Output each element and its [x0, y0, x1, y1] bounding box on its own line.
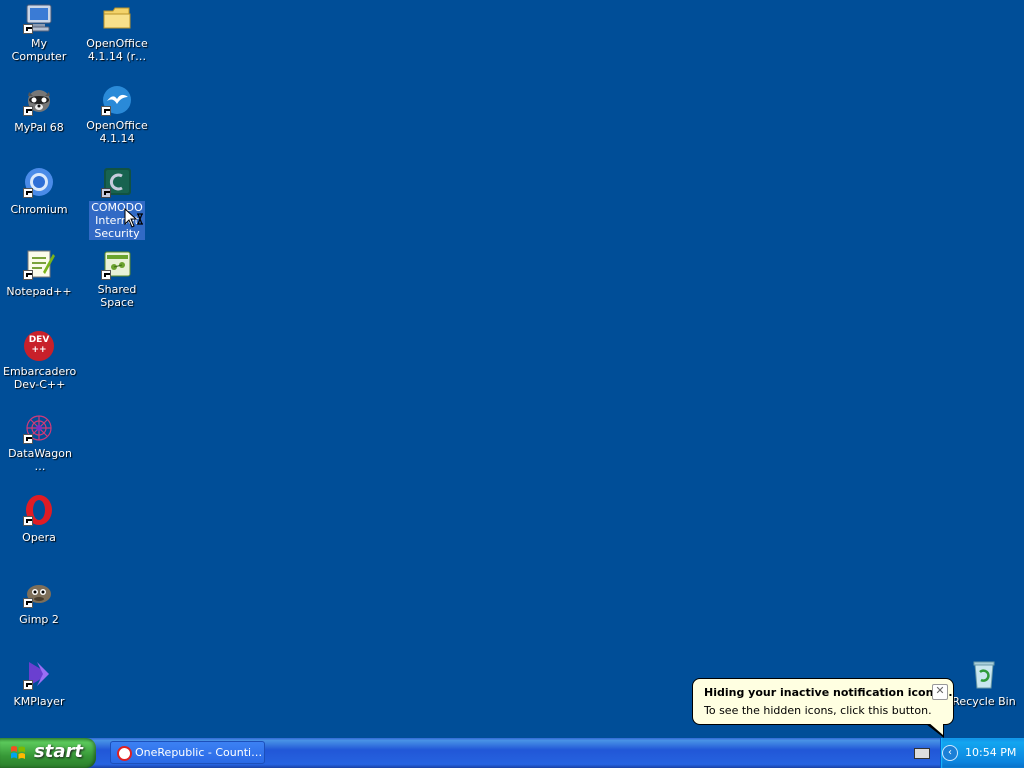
desktop-icon-label: Embarcadero Dev-C++ [3, 365, 77, 391]
chromium-icon [23, 166, 55, 198]
desktop-icon-label: Opera [22, 531, 56, 544]
balloon-body: To see the hidden icons, click this butt… [704, 704, 932, 717]
kmplayer-icon [23, 658, 55, 690]
desktop-icon-label: DataWagon… [8, 447, 72, 473]
desktop-icon-label: Recycle Bin [952, 695, 1016, 708]
datawagon-icon [23, 412, 55, 444]
shared-space-icon [101, 248, 133, 280]
desktop-icon-openoffice[interactable]: OpenOffice 4.1.14 [79, 84, 155, 146]
desktop-icon-label: OpenOffice 4.1.14 [86, 119, 148, 145]
taskbar-button-opera-window[interactable]: OneRepublic - Counti… [110, 741, 265, 764]
desktop-icon-mypal[interactable]: MyPal 68 [1, 84, 77, 135]
taskbar: start OneRepublic - Counti… ‹ 10:54 PM [0, 738, 1024, 768]
balloon-title: Hiding your inactive notification icons.… [704, 686, 953, 699]
notepad-icon [23, 248, 55, 280]
start-button[interactable]: start [0, 738, 96, 768]
recycle-bin-icon [968, 658, 1000, 690]
taskbar-button-label: OneRepublic - Counti… [135, 746, 263, 759]
notification-balloon[interactable]: Hiding your inactive notification icons.… [692, 678, 954, 725]
balloon-close-button[interactable]: ✕ [932, 684, 948, 700]
desktop-icon-kmplayer[interactable]: KMPlayer [1, 658, 77, 709]
clock[interactable]: 10:54 PM [965, 738, 1016, 768]
keyboard-icon[interactable] [914, 748, 930, 759]
desktop-icon-recycle-bin[interactable]: Recycle Bin [946, 658, 1022, 709]
desktop-icon-label: Shared Space [97, 283, 137, 309]
desktop-icon-label: OpenOffice 4.1.14 (r… [86, 37, 148, 63]
show-hidden-icons-button[interactable]: ‹ [942, 745, 958, 761]
desktop-icon-label: KMPlayer [13, 695, 65, 708]
desktop-icon-gimp[interactable]: Gimp 2 [1, 576, 77, 627]
desktop-icon-notepadpp[interactable]: Notepad++ [1, 248, 77, 299]
desktop-icon-label: MyPal 68 [14, 121, 64, 134]
folder-icon [101, 2, 133, 34]
desktop-icon-label: Notepad++ [6, 285, 72, 298]
start-label: start [34, 741, 83, 762]
desktop-icon-devcpp[interactable]: DEV ++ Embarcadero Dev-C++ [1, 330, 77, 392]
opera-icon [117, 746, 132, 761]
desktop-icon-opera[interactable]: Opera [1, 494, 77, 545]
balloon-tail-fill [928, 722, 943, 735]
devcpp-icon: DEV ++ [23, 330, 55, 362]
desktop-icon-my-computer[interactable]: My Computer [1, 2, 77, 64]
desktop-icon-label: Chromium [10, 203, 68, 216]
openoffice-gull-icon [101, 84, 133, 116]
desktop-icon-datawagon[interactable]: DataWagon… [1, 412, 77, 474]
opera-icon [23, 494, 55, 526]
desktop-icon-label: Gimp 2 [19, 613, 59, 626]
desktop-icon-chromium[interactable]: Chromium [1, 166, 77, 217]
comodo-icon [101, 166, 133, 198]
computer-icon [23, 2, 55, 34]
desktop-icon-shared-space[interactable]: Shared Space [79, 248, 155, 310]
devcpp-badge: DEV ++ [28, 335, 50, 355]
gimp-icon [23, 576, 55, 608]
desktop-icon-label: My Computer [11, 37, 67, 63]
desktop-icon-openoffice-folder[interactable]: OpenOffice 4.1.14 (r… [79, 2, 155, 64]
mouse-cursor-icon [124, 207, 144, 234]
raccoon-icon [23, 84, 55, 116]
windows-flag-icon [11, 746, 25, 759]
